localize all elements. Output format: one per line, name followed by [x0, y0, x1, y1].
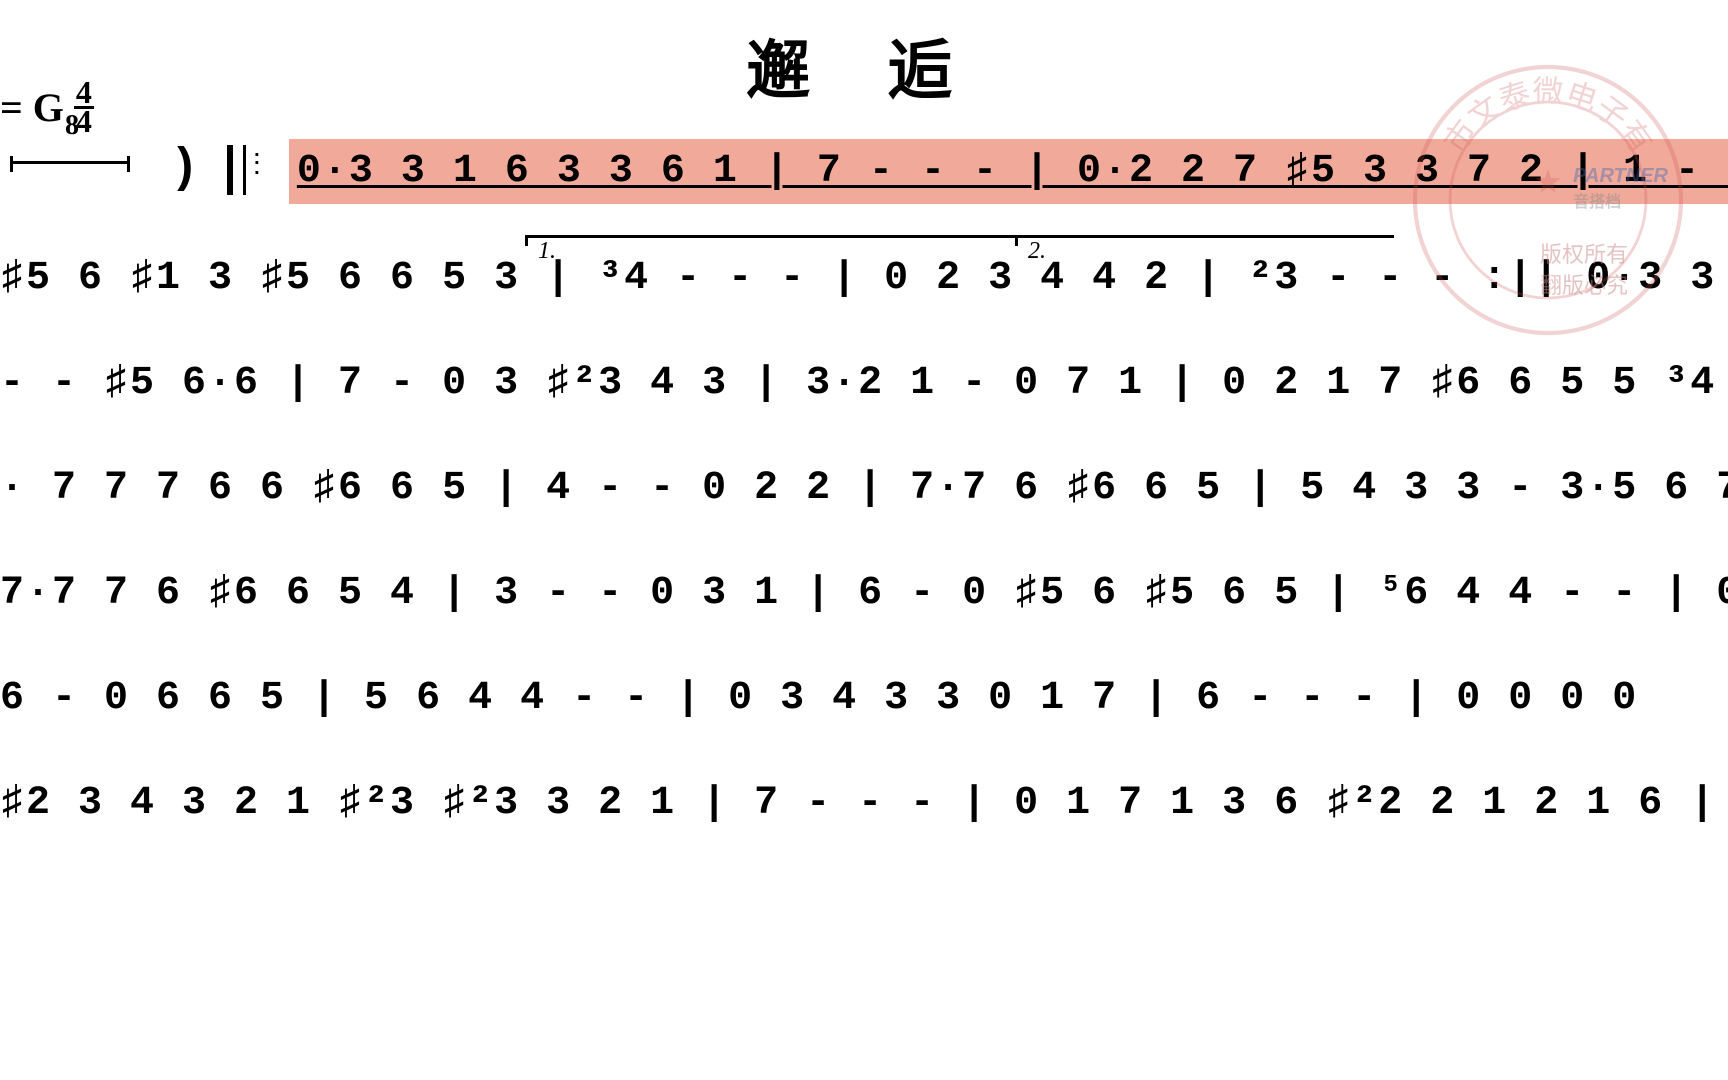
key-label: = G — [0, 84, 64, 131]
notes: 7·7 7 6 ♯6 6 5 4 | 3 - - 0 3 1 | 6 - 0 ♯… — [0, 571, 1728, 616]
score-line-6: 6 - 0 6 6 5 | 5 6 4 4 - - | 0 3 4 3 3 0 … — [0, 676, 1728, 721]
notes: ♯2 3 4 3 2 1 ♯²3 ♯²3 3 2 1 | 7 - - - | 0… — [0, 781, 1728, 826]
score-line-4: · 7 7 7 6 6 ♯6 6 5 | 4 - - 0 2 2 | 7·7 6… — [0, 466, 1728, 511]
song-title: 邂 逅 — [0, 20, 1728, 112]
repeat-begin: :· — [227, 145, 237, 195]
highlighted-phrase: 0·3 3 1 6 3 3 6 1 | 7 - - - | 0·2 2 7 ♯5… — [289, 139, 1728, 204]
notes: 6 - 0 6 6 5 | 5 6 4 4 - - | 0 3 4 3 3 0 … — [0, 676, 1638, 721]
key-signature: = G 4 4 — [0, 80, 94, 134]
volta-1: 1. — [525, 235, 1024, 246]
volta-2: 2. — [1015, 235, 1394, 246]
notes: 0·3 3 1 6 3 3 6 1 | 7 - - - | 0·2 2 7 ♯5… — [297, 149, 1728, 194]
notes: ♯5 6 ♯1 3 ♯5 6 6 5 3 | ³4 - - - | 0 2 3 … — [0, 256, 1728, 301]
paren-close: ) — [170, 142, 201, 196]
score-line-5: 7·7 7 6 ♯6 6 5 4 | 3 - - 0 3 1 | 6 - 0 ♯… — [0, 571, 1728, 616]
score-line-2: ♯5 6 ♯1 3 ♯5 6 6 5 3 | ³4 - - - | 0 2 3 … — [0, 256, 1728, 301]
intro-rest-bars: 8 — [10, 140, 130, 172]
volta-2-label: 2. — [1028, 238, 1046, 265]
notes: · 7 7 7 6 6 ♯6 6 5 | 4 - - 0 2 2 | 7·7 6… — [0, 466, 1728, 511]
score-line-7: ♯2 3 4 3 2 1 ♯²3 ♯²3 3 2 1 | 7 - - - | 0… — [0, 781, 1728, 826]
volta-1-label: 1. — [538, 238, 556, 265]
intro-bar-count: 8 — [65, 110, 79, 142]
notes: - - ♯5 6·6 | 7 - 0 3 ♯²3 4 3 | 3·2 1 - 0… — [0, 361, 1728, 406]
score-line-1: ) :· 0·3 3 1 6 3 3 6 1 | 7 - - - | 0·2 2… — [0, 142, 1728, 196]
score-line-3: - - ♯5 6·6 | 7 - 0 3 ♯²3 4 3 | 3·2 1 - 0… — [0, 361, 1728, 406]
